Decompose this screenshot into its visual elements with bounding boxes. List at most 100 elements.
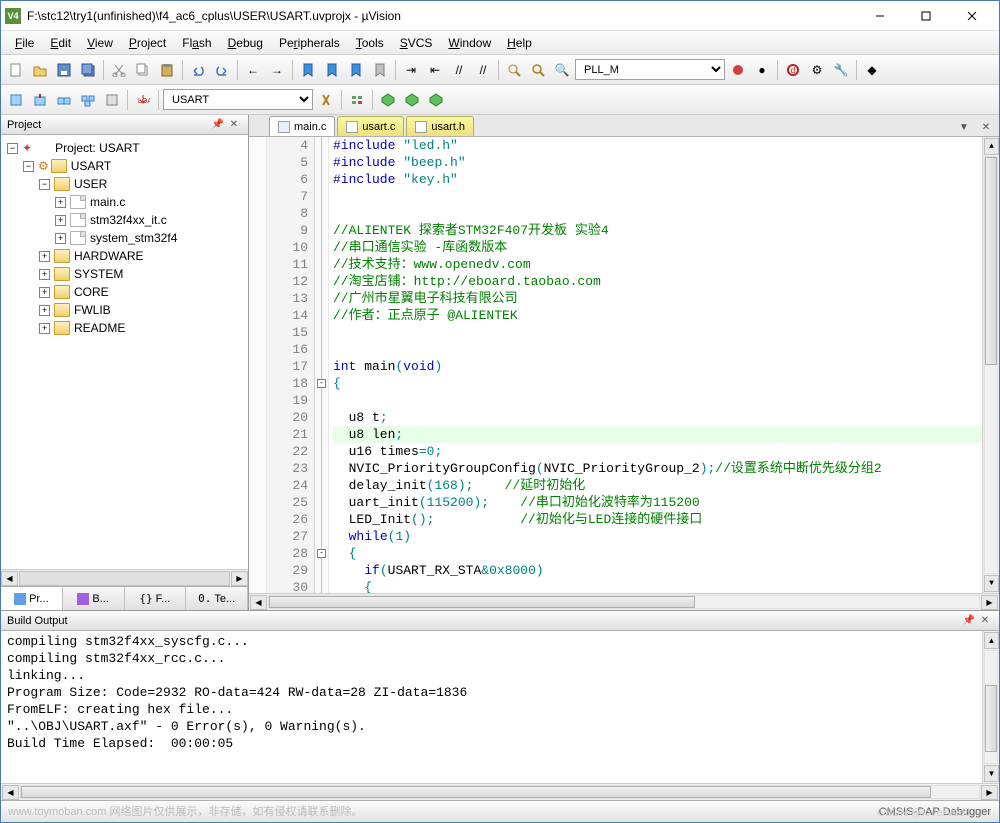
menubar: File Edit View Project Flash Debug Perip… (1, 31, 999, 55)
download-button[interactable]: LOAD (132, 89, 154, 111)
nav-back-button[interactable]: ← (242, 59, 264, 81)
minimize-button[interactable] (857, 1, 903, 31)
find-combo[interactable]: PLL_M (575, 59, 725, 80)
debug-start-button[interactable] (727, 59, 749, 81)
fold-margin[interactable]: -- (315, 137, 329, 593)
batch-build-button[interactable] (77, 89, 99, 111)
menu-file[interactable]: File (7, 33, 42, 53)
tab-dropdown-icon[interactable]: ▼ (955, 118, 973, 136)
menu-help[interactable]: Help (499, 33, 540, 53)
tree-row[interactable]: −⚙USART (3, 157, 246, 175)
panel-close-icon[interactable]: ✕ (226, 117, 242, 133)
build-close-icon[interactable]: ✕ (977, 613, 993, 629)
select-packs-button[interactable] (401, 89, 423, 111)
build-output-panel: Build Output 📌 ✕ compiling stm32f4xx_sys… (1, 610, 999, 800)
tab-templates[interactable]: 0.Te... (186, 587, 248, 610)
cut-button[interactable] (108, 59, 130, 81)
close-button[interactable] (949, 1, 995, 31)
build-pin-icon[interactable]: 📌 (961, 613, 977, 629)
menu-tools[interactable]: Tools (348, 33, 392, 53)
build-output-text[interactable]: compiling stm32f4xx_syscfg.c... compilin… (1, 631, 982, 783)
target-combo[interactable]: USART (163, 89, 313, 110)
menu-edit[interactable]: Edit (42, 33, 79, 53)
maximize-button[interactable] (903, 1, 949, 31)
line-numbers: 4567891011121314151617181920212223242526… (267, 137, 315, 593)
paste-button[interactable] (156, 59, 178, 81)
tree-row[interactable]: −USER (3, 175, 246, 193)
code-editor[interactable]: #include "led.h"#include "beep.h"#includ… (329, 137, 982, 593)
tab-books[interactable]: B... (63, 587, 125, 610)
svg-text:d: d (791, 66, 795, 75)
editor-vscroll[interactable]: ▲▼ (982, 137, 999, 593)
breakpoint-margin[interactable] (249, 137, 267, 593)
uncomment-button[interactable]: // (472, 59, 494, 81)
pack-installer-button[interactable] (425, 89, 447, 111)
tree-row[interactable]: +stm32f4xx_it.c (3, 211, 246, 229)
tab-project[interactable]: Pr... (1, 587, 63, 610)
tree-row[interactable]: +HARDWARE (3, 247, 246, 265)
project-panel: Project 📌 ✕ −✦Project: USART−⚙USART−USER… (1, 115, 249, 610)
find-in-files-button[interactable] (527, 59, 549, 81)
save-all-button[interactable] (77, 59, 99, 81)
bookmark-button[interactable] (297, 59, 319, 81)
build-hscroll[interactable]: ◀▶ (1, 783, 999, 800)
build-button[interactable] (29, 89, 51, 111)
editor-tab[interactable]: main.c (269, 116, 335, 136)
project-panel-header: Project 📌 ✕ (1, 115, 248, 135)
indent-button[interactable]: ⇥ (400, 59, 422, 81)
translate-button[interactable] (5, 89, 27, 111)
toolbar-build: LOAD USART (1, 85, 999, 115)
redo-button[interactable] (211, 59, 233, 81)
app-icon: V4 (5, 8, 21, 24)
incremental-find-button[interactable]: 🔍 (551, 59, 573, 81)
menu-view[interactable]: View (79, 33, 121, 53)
tab-functions[interactable]: {}F... (125, 587, 187, 610)
target-options-button[interactable] (315, 89, 337, 111)
stop-build-button[interactable] (101, 89, 123, 111)
find-button[interactable] (503, 59, 525, 81)
tree-row[interactable]: −✦Project: USART (3, 139, 246, 157)
toolbar-main: ← → ⇥ ⇤ // // 🔍 PLL_M ● d ⚙ 🔧 ◆ (1, 55, 999, 85)
tree-row[interactable]: +README (3, 319, 246, 337)
bookmark-next-button[interactable] (345, 59, 367, 81)
tree-row[interactable]: +CORE (3, 283, 246, 301)
nav-fwd-button[interactable]: → (266, 59, 288, 81)
bookmark-prev-button[interactable] (321, 59, 343, 81)
panel-pin-icon[interactable]: 📌 (210, 117, 226, 133)
editor-tab[interactable]: usart.h (406, 116, 474, 136)
outdent-button[interactable]: ⇤ (424, 59, 446, 81)
open-file-button[interactable] (29, 59, 51, 81)
build-vscroll[interactable]: ▲▼ (982, 631, 999, 783)
new-file-button[interactable] (5, 59, 27, 81)
sidebar-tabs: Pr... B... {}F... 0.Te... (1, 586, 248, 610)
build-output-header: Build Output 📌 ✕ (1, 611, 999, 631)
debug-icon[interactable]: d (782, 59, 804, 81)
menu-svcs[interactable]: SVCS (392, 33, 441, 53)
tree-row[interactable]: +system_stm32f4 (3, 229, 246, 247)
menu-flash[interactable]: Flash (174, 33, 219, 53)
menu-peripherals[interactable]: Peripherals (271, 33, 348, 53)
menu-project[interactable]: Project (121, 33, 174, 53)
breakpoint-button[interactable]: ● (751, 59, 773, 81)
save-button[interactable] (53, 59, 75, 81)
manage-rte-button[interactable] (377, 89, 399, 111)
tree-row[interactable]: +SYSTEM (3, 265, 246, 283)
tree-row[interactable]: +FWLIB (3, 301, 246, 319)
project-tree[interactable]: −✦Project: USART−⚙USART−USER+main.c+stm3… (1, 135, 248, 569)
bookmark-clear-button[interactable] (369, 59, 391, 81)
tree-row[interactable]: +main.c (3, 193, 246, 211)
tab-close-icon[interactable]: ✕ (977, 118, 995, 136)
menu-window[interactable]: Window (440, 33, 499, 53)
undo-button[interactable] (187, 59, 209, 81)
sidebar-hscroll[interactable]: ◀▶ (1, 569, 248, 586)
config-button[interactable]: ⚙ (806, 59, 828, 81)
copy-button[interactable] (132, 59, 154, 81)
comment-button[interactable]: // (448, 59, 470, 81)
editor-tab[interactable]: usart.c (337, 116, 404, 136)
manage-button[interactable]: ◆ (861, 59, 883, 81)
editor-hscroll[interactable]: ◀▶ (249, 593, 999, 610)
tools-button[interactable]: 🔧 (830, 59, 852, 81)
rebuild-button[interactable] (53, 89, 75, 111)
menu-debug[interactable]: Debug (220, 33, 271, 53)
manage-project-button[interactable] (346, 89, 368, 111)
